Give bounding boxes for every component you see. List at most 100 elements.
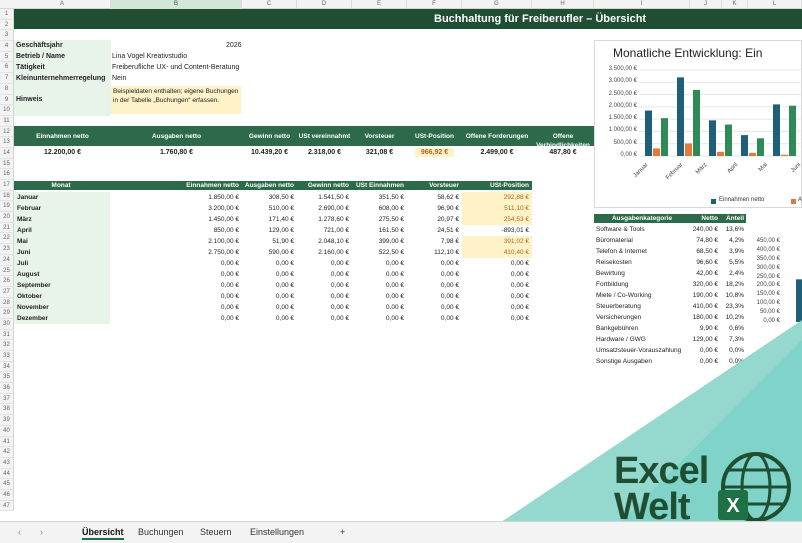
category-cell[interactable]: 180,00 € xyxy=(690,312,720,323)
row-number[interactable]: 2 xyxy=(0,19,14,31)
monthly-cell[interactable]: Oktober xyxy=(14,291,110,302)
chart-bar[interactable] xyxy=(757,138,764,156)
monthly-cell[interactable]: August xyxy=(14,269,110,280)
monthly-cell[interactable]: 161,50 € xyxy=(352,225,407,236)
column-header-g[interactable]: G xyxy=(462,0,532,9)
chart-bar[interactable] xyxy=(717,151,724,156)
category-chart[interactable]: 450,00 € 400,00 € 350,00 € 300,00 € 250,00 €… xyxy=(748,234,802,344)
monthly-cell[interactable]: 590,00 € xyxy=(242,247,297,258)
category-cell[interactable]: 96,60 € xyxy=(690,257,720,268)
monthly-cell[interactable]: 0,00 € xyxy=(352,280,407,291)
row-number[interactable]: 44 xyxy=(0,468,14,480)
chart-bar[interactable] xyxy=(741,135,748,156)
category-cell[interactable]: Umsatzsteuer-Vorauszahlung xyxy=(594,345,690,356)
monthly-cell[interactable]: 351,50 € xyxy=(352,192,407,203)
row-number[interactable]: 40 xyxy=(0,425,14,437)
row-number[interactable]: 46 xyxy=(0,489,14,501)
monthly-cell[interactable]: Januar xyxy=(14,192,110,203)
row-number[interactable]: 34 xyxy=(0,361,14,373)
row-number[interactable]: 37 xyxy=(0,393,14,405)
row-number[interactable]: 12 xyxy=(0,126,14,138)
category-cell[interactable]: Hardware / GWG xyxy=(594,334,690,345)
monthly-cell[interactable]: 721,00 € xyxy=(297,225,352,236)
row-number[interactable]: 9 xyxy=(0,94,14,106)
monthly-cell[interactable]: 522,50 € xyxy=(352,247,407,258)
monthly-cell[interactable]: 0,00 € xyxy=(111,291,242,302)
monthly-cell[interactable]: 24,51 € xyxy=(407,225,462,236)
row-number[interactable]: 14 xyxy=(0,147,14,159)
category-cell[interactable]: 320,00 € xyxy=(690,279,720,290)
kpi-value[interactable]: 10.439,20 € xyxy=(242,148,297,157)
monthly-cell[interactable]: 0,00 € xyxy=(352,269,407,280)
category-cell[interactable]: Software & Tools xyxy=(594,224,690,235)
row-number[interactable]: 43 xyxy=(0,457,14,469)
monthly-cell[interactable]: 0,00 € xyxy=(111,302,242,313)
fiscal-year-value[interactable]: 2026 xyxy=(226,42,242,49)
add-sheet-button[interactable]: + xyxy=(340,527,345,537)
monthly-cell[interactable]: 510,00 € xyxy=(242,203,297,214)
business-value[interactable]: Lina Vogel Kreativstudio xyxy=(112,53,187,60)
monthly-cell[interactable]: 96,90 € xyxy=(407,203,462,214)
monthly-cell[interactable]: 0,00 € xyxy=(297,302,352,313)
monthly-cell[interactable]: 410,40 € xyxy=(462,247,532,258)
tab-buchungen[interactable]: Buchungen xyxy=(138,527,184,537)
monthly-cell[interactable]: 511,10 € xyxy=(462,203,532,214)
monthly-cell[interactable]: 0,00 € xyxy=(407,291,462,302)
monthly-cell[interactable]: 129,00 € xyxy=(242,225,297,236)
monthly-cell[interactable]: 1.850,00 € xyxy=(111,192,242,203)
kpi-value[interactable]: 321,08 € xyxy=(352,148,407,157)
monthly-cell[interactable]: 0,00 € xyxy=(462,302,532,313)
monthly-cell[interactable]: 3.200,00 € xyxy=(111,203,242,214)
row-number[interactable]: 39 xyxy=(0,415,14,426)
monthly-cell[interactable]: September xyxy=(14,280,110,291)
chart-bar[interactable] xyxy=(677,77,684,156)
monthly-cell[interactable]: 399,00 € xyxy=(352,236,407,247)
monthly-cell[interactable]: 2.100,00 € xyxy=(111,236,242,247)
monthly-cell[interactable]: 0,00 € xyxy=(297,313,352,324)
chart-bar[interactable] xyxy=(749,152,756,156)
row-number[interactable]: 1 xyxy=(0,9,14,20)
monthly-cell[interactable]: 2.160,00 € xyxy=(297,247,352,258)
category-cell[interactable]: Versicherungen xyxy=(594,312,690,323)
column-header-a[interactable]: A xyxy=(14,0,111,9)
monthly-cell[interactable]: 1.450,00 € xyxy=(111,214,242,225)
category-cell[interactable]: Miete / Co-Working xyxy=(594,290,690,301)
monthly-cell[interactable]: 58,62 € xyxy=(407,192,462,203)
monthly-cell[interactable]: 0,00 € xyxy=(297,258,352,269)
monthly-cell[interactable]: 1.278,60 € xyxy=(297,214,352,225)
chevron-right-icon[interactable]: › xyxy=(40,527,43,537)
column-header-e[interactable]: E xyxy=(352,0,407,9)
column-header-c[interactable]: C xyxy=(242,0,297,9)
category-cell[interactable]: 9,90 € xyxy=(690,323,720,334)
monthly-cell[interactable]: 391,02 € xyxy=(462,236,532,247)
monthly-cell[interactable]: 0,00 € xyxy=(297,269,352,280)
monthly-cell[interactable]: 2.690,00 € xyxy=(297,203,352,214)
monthly-cell[interactable]: 0,00 € xyxy=(111,269,242,280)
row-number[interactable]: 30 xyxy=(0,318,14,330)
category-cell[interactable]: Bankgebühren xyxy=(594,323,690,334)
monthly-cell[interactable]: 0,00 € xyxy=(462,258,532,269)
monthly-cell[interactable]: 0,00 € xyxy=(111,313,242,324)
monthly-cell[interactable]: Juli xyxy=(14,258,110,269)
category-cell[interactable]: 13,6% xyxy=(720,224,746,235)
category-cell[interactable]: Steuerberatung xyxy=(594,301,690,312)
monthly-cell[interactable]: 0,00 € xyxy=(407,302,462,313)
category-cell[interactable]: 129,00 € xyxy=(690,334,720,345)
row-number[interactable]: 35 xyxy=(0,372,14,384)
column-header-k[interactable]: K xyxy=(722,0,748,9)
row-number[interactable]: 17 xyxy=(0,180,14,191)
row-number[interactable]: 27 xyxy=(0,286,14,298)
monthly-cell[interactable]: 0,00 € xyxy=(111,280,242,291)
row-number[interactable]: 31 xyxy=(0,329,14,341)
monthly-cell[interactable]: 0,00 € xyxy=(352,302,407,313)
tab-einstellungen[interactable]: Einstellungen xyxy=(250,527,304,537)
kpi-value[interactable]: 2.318,00 € xyxy=(297,148,352,157)
row-number[interactable]: 22 xyxy=(0,233,14,245)
monthly-cell[interactable]: 51,90 € xyxy=(242,236,297,247)
category-cell[interactable]: 190,00 € xyxy=(690,290,720,301)
row-number[interactable]: 16 xyxy=(0,169,14,180)
row-number[interactable]: 47 xyxy=(0,500,14,512)
row-number[interactable]: 5 xyxy=(0,51,14,63)
category-cell[interactable]: 0,00 € xyxy=(690,356,720,367)
row-number[interactable]: 6 xyxy=(0,62,14,74)
